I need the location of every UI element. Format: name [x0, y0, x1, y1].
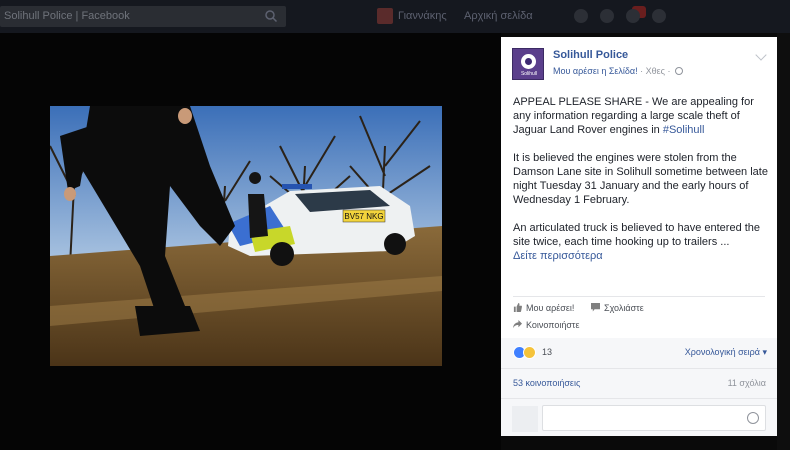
divider [513, 296, 765, 297]
share-icon [513, 320, 522, 329]
avatar-caption: Solihull [520, 71, 538, 77]
comment-order-dropdown[interactable]: Χρονολογική σειρά ▾ [685, 347, 767, 358]
chevron-down-icon[interactable] [755, 49, 767, 61]
search-icon[interactable] [264, 9, 278, 23]
post-paragraph-text: APPEAL PLEASE SHARE - We are appealing f… [513, 96, 754, 136]
like-label: Μου αρέσει! [526, 303, 575, 313]
wow-reaction-icon[interactable] [523, 346, 536, 359]
share-button[interactable]: Κοινοποιήστε [513, 320, 580, 330]
post-timestamp[interactable]: Χθες [646, 66, 665, 76]
police-crest-icon [521, 54, 536, 69]
post-paragraph: APPEAL PLEASE SHARE - We are appealing f… [513, 95, 769, 137]
photo-viewer[interactable]: BV57 NKG [0, 33, 501, 450]
emoji-icon[interactable] [747, 412, 759, 424]
thumbs-up-icon [513, 303, 522, 312]
comment-icon [591, 303, 600, 312]
post-info-panel: Solihull Solihull Police Μου αρέσει η Σε… [501, 37, 777, 436]
page-avatar[interactable]: Solihull [512, 48, 544, 80]
comment-composer [501, 398, 777, 436]
search-input[interactable]: Solihull Police | Facebook [4, 10, 130, 22]
like-page-link[interactable]: Μου αρέσει η Σελίδα! [553, 66, 638, 76]
shares-link[interactable]: 53 κοινοποιήσεις [513, 378, 580, 388]
post-meta: Μου αρέσει η Σελίδα! · Χθες · [553, 66, 684, 76]
search-field[interactable]: Solihull Police | Facebook [0, 6, 286, 27]
comment-input[interactable] [542, 405, 766, 431]
police-photo-illustration: BV57 NKG [50, 106, 442, 366]
post-paragraph-text: An articulated truck is believed to have… [513, 222, 761, 248]
help-icon[interactable] [652, 9, 666, 23]
globe-icon [675, 67, 684, 75]
messages-icon[interactable] [600, 9, 614, 23]
window-edge [777, 33, 790, 450]
user-name-link[interactable]: Γιαννάκης [398, 10, 447, 22]
comments-count[interactable]: 11 σχόλια [728, 378, 766, 388]
share-label: Κοινοποιήστε [526, 320, 580, 330]
page-name-link[interactable]: Solihull Police [553, 49, 628, 61]
like-button[interactable]: Μου αρέσει! [513, 303, 574, 313]
shares-bar: 53 κοινοποιήσεις 11 σχόλια [501, 368, 777, 398]
post-paragraph: It is believed the engines were stolen f… [513, 152, 768, 206]
comment-label: Σχολιάστε [604, 303, 644, 313]
reactions-bar: 13 Χρονολογική σειρά ▾ [501, 338, 777, 368]
hashtag-link[interactable]: #Solihull [663, 124, 705, 136]
meta-separator: · [667, 66, 674, 76]
friends-icon[interactable] [574, 9, 588, 23]
comment-button[interactable]: Σχολιάστε [591, 303, 644, 313]
user-avatar[interactable] [377, 8, 393, 24]
reaction-count[interactable]: 13 [542, 347, 552, 357]
post-paragraph: An articulated truck is believed to have… [513, 221, 769, 263]
license-plate-text: BV57 NKG [344, 212, 383, 221]
notifications-icon[interactable] [626, 9, 640, 23]
top-navigation-bar: Solihull Police | Facebook Γιαννάκης Αρχ… [0, 0, 790, 33]
post-photo[interactable]: BV57 NKG [50, 106, 442, 366]
home-link[interactable]: Αρχική σελίδα [464, 10, 533, 22]
post-body: APPEAL PLEASE SHARE - We are appealing f… [513, 95, 769, 263]
comment-order-label: Χρονολογική σειρά [684, 347, 760, 357]
commenter-avatar [512, 406, 538, 432]
see-more-link[interactable]: Δείτε περισσότερα [513, 249, 769, 263]
